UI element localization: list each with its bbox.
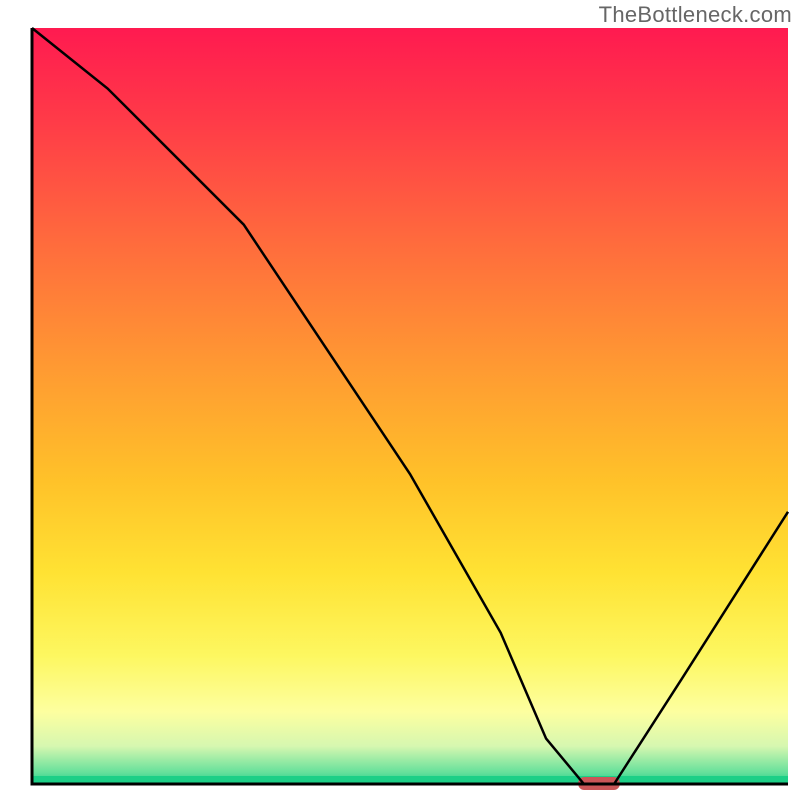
bottleneck-chart (0, 0, 800, 800)
chart-background (32, 28, 788, 784)
